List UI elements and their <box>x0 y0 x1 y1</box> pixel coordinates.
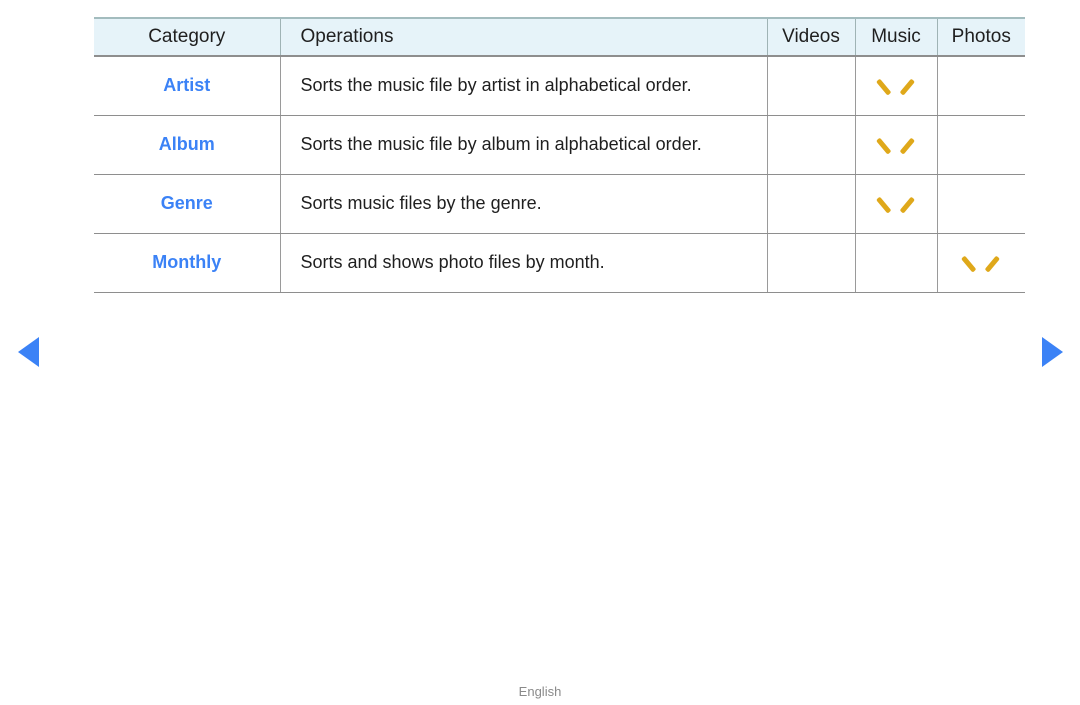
cell-category: Album <box>94 115 280 175</box>
cell-photos <box>936 115 1025 175</box>
cell-music <box>854 233 937 293</box>
triangle-left-icon[interactable] <box>18 337 39 367</box>
cell-photos <box>936 56 1025 116</box>
cell-videos <box>766 174 855 234</box>
triangle-right-icon[interactable] <box>1042 337 1063 367</box>
cell-operations: Sorts music files by the genre. <box>279 174 767 234</box>
column-header-photos: Photos <box>936 17 1025 57</box>
cell-operations: Sorts and shows photo files by month. <box>279 233 767 293</box>
cell-music <box>854 174 937 234</box>
column-header-videos: Videos <box>766 17 855 57</box>
spec-table-container: Category Operations Videos Music Photos … <box>94 17 1025 293</box>
table-row: Album Sorts the music file by album in a… <box>94 115 1025 175</box>
column-header-operations: Operations <box>279 17 767 57</box>
cell-music <box>854 56 937 116</box>
category-operations-table: Category Operations Videos Music Photos … <box>94 17 1025 293</box>
cell-category: Monthly <box>94 233 280 293</box>
table-header-row: Category Operations Videos Music Photos <box>94 17 1025 57</box>
chevron-down-icon <box>881 133 911 151</box>
column-header-category: Category <box>94 17 280 57</box>
cell-photos <box>936 233 1025 293</box>
cell-operations: Sorts the music file by album in alphabe… <box>279 115 767 175</box>
cell-category: Genre <box>94 174 280 234</box>
column-header-music: Music <box>854 17 937 57</box>
table-row: Genre Sorts music files by the genre. <box>94 174 1025 234</box>
footer-language-label: English <box>518 684 562 699</box>
cell-music <box>854 115 937 175</box>
table-header: Category Operations Videos Music Photos <box>94 17 1025 57</box>
cell-photos <box>936 174 1025 234</box>
cell-videos <box>766 56 855 116</box>
chevron-down-icon <box>881 192 911 210</box>
table-row: Artist Sorts the music file by artist in… <box>94 56 1025 116</box>
chevron-down-icon <box>881 74 911 92</box>
table-body: Artist Sorts the music file by artist in… <box>94 56 1025 293</box>
table-row: Monthly Sorts and shows photo files by m… <box>94 233 1025 293</box>
chevron-down-icon <box>966 251 996 269</box>
cell-category: Artist <box>94 56 280 116</box>
cell-operations: Sorts the music file by artist in alphab… <box>279 56 767 116</box>
cell-videos <box>766 115 855 175</box>
cell-videos <box>766 233 855 293</box>
